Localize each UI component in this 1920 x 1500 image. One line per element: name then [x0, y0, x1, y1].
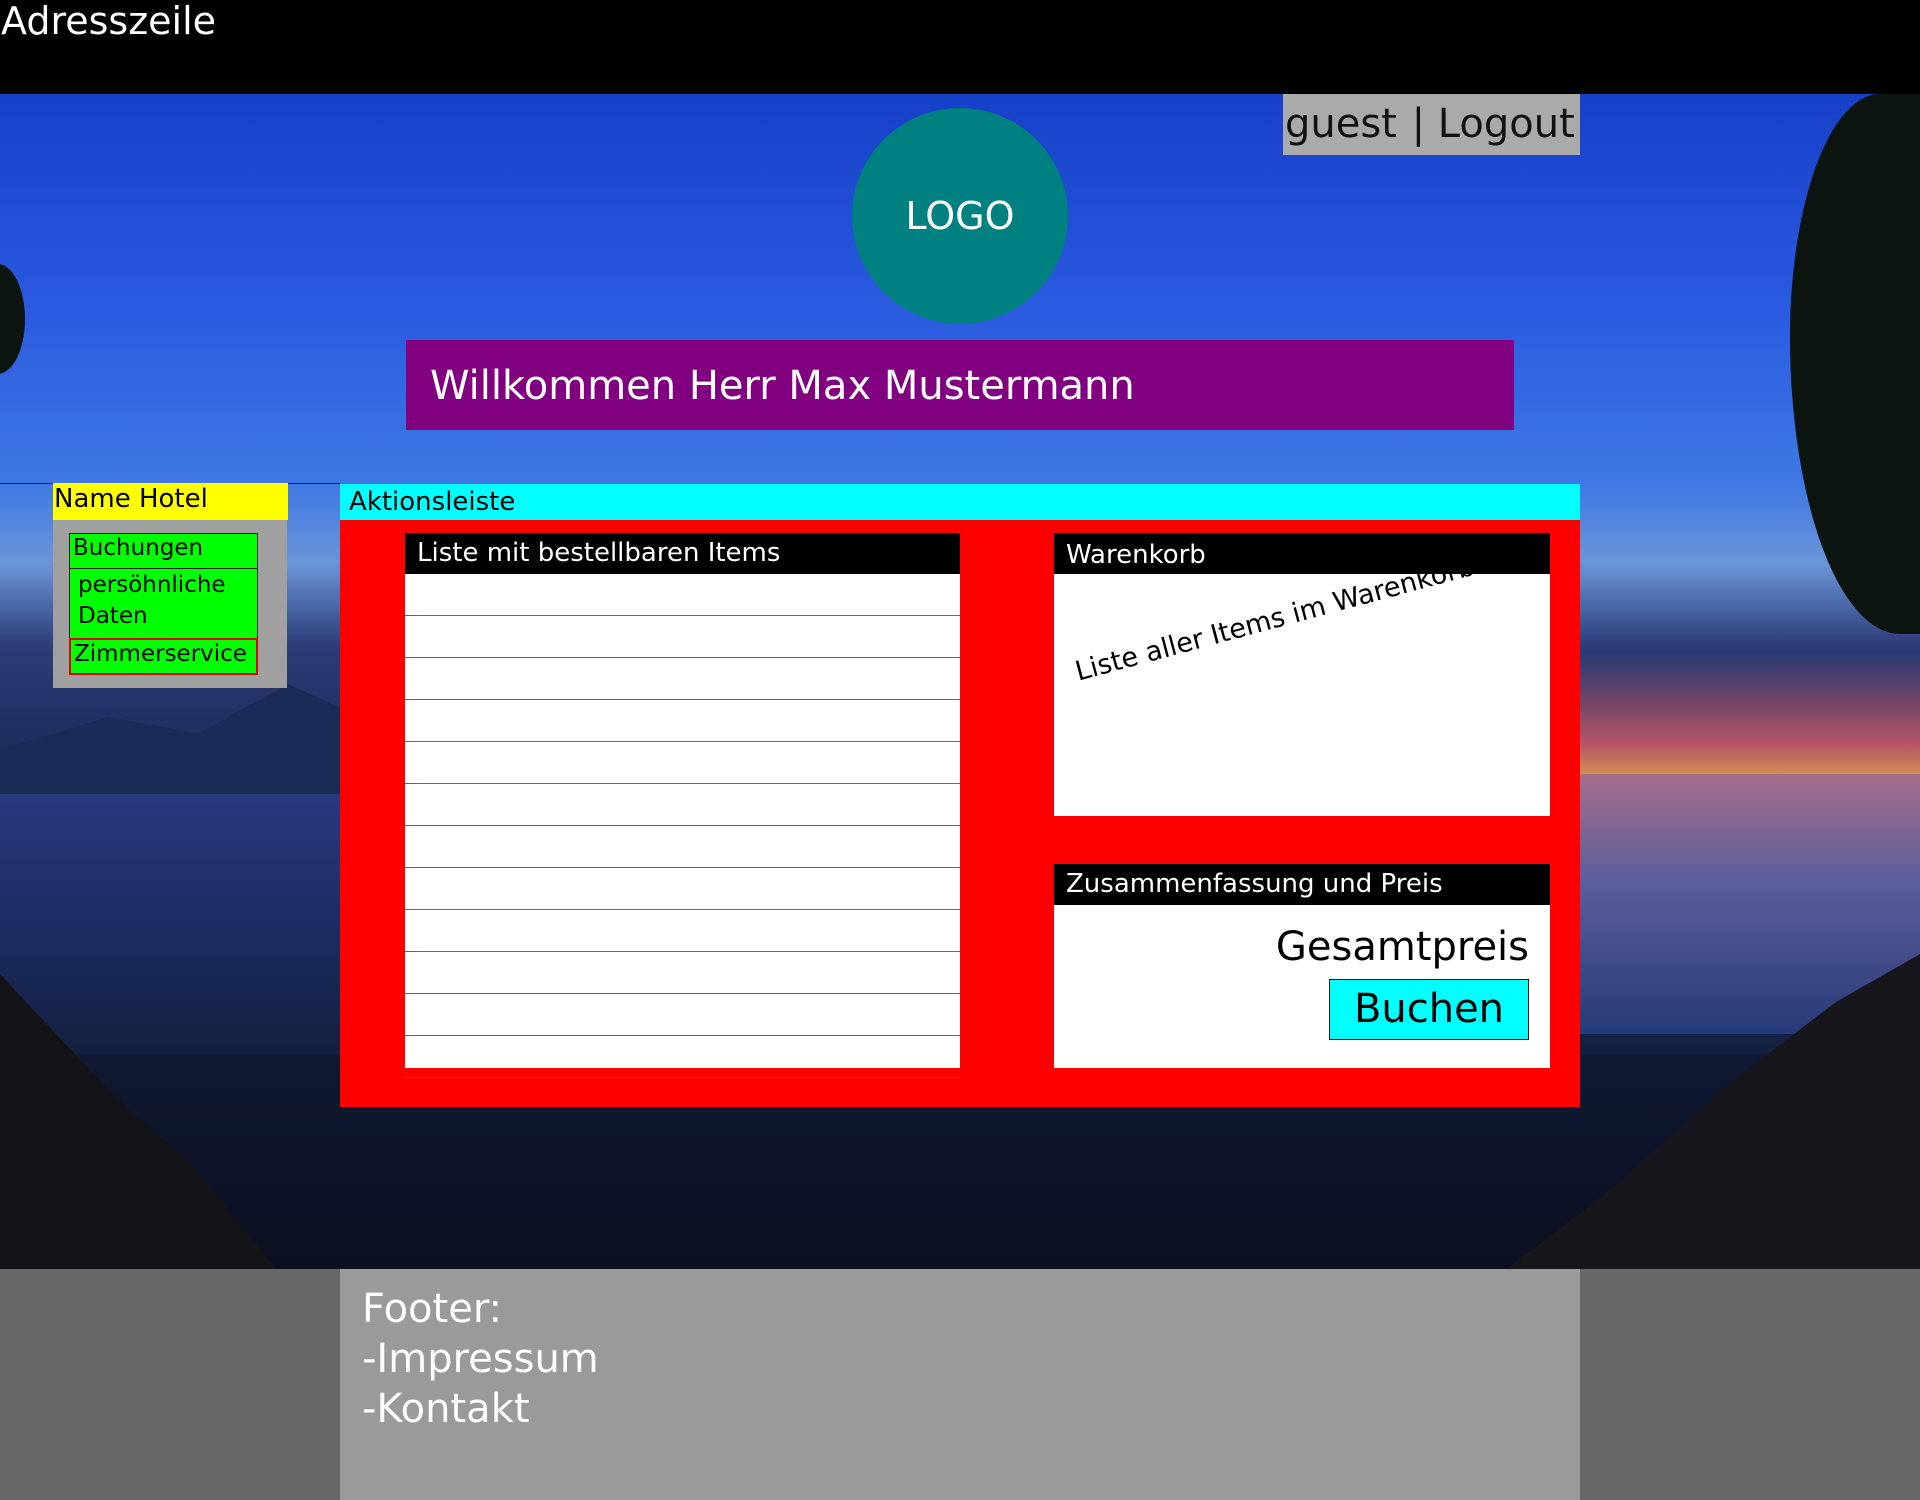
list-item[interactable]: [405, 994, 960, 1036]
mountain-silhouette: [0, 684, 360, 794]
items-list-header: Liste mit bestellbaren Items: [405, 533, 960, 574]
list-item[interactable]: [405, 658, 960, 700]
footer-heading: Footer:: [362, 1286, 503, 1332]
list-item[interactable]: [405, 868, 960, 910]
logo[interactable]: LOGO: [852, 108, 1068, 324]
sidebar-item-buchungen[interactable]: Buchungen: [69, 533, 258, 569]
list-item[interactable]: [405, 952, 960, 994]
welcome-text: Willkommen Herr Max Mustermann: [430, 363, 1135, 409]
items-list: Liste mit bestellbaren Items: [405, 533, 960, 1078]
sidebar-item-room-service[interactable]: Zimmerservice: [69, 638, 258, 675]
action-bar[interactable]: Aktionsleiste: [340, 484, 1580, 520]
username: guest: [1285, 101, 1397, 147]
user-logout-box: guest | Logout: [1283, 94, 1580, 155]
sidebar-item-personal-data[interactable]: persöhnliche Daten: [69, 568, 258, 640]
list-item[interactable]: [405, 742, 960, 784]
list-item[interactable]: [405, 910, 960, 952]
list-item[interactable]: [405, 784, 960, 826]
sidebar-nav: Buchungen persöhnliche Daten Zimmerservi…: [53, 520, 287, 688]
cart-header: Warenkorb: [1054, 533, 1550, 574]
logo-text: LOGO: [905, 194, 1015, 238]
list-item[interactable]: [405, 826, 960, 868]
total-price-label: Gesamtpreis: [1275, 924, 1529, 970]
footer-link-impressum[interactable]: -Impressum: [362, 1334, 1558, 1384]
footer: Footer: -Impressum -Kontakt: [340, 1269, 1580, 1500]
list-item[interactable]: [405, 574, 960, 616]
footer-link-kontakt[interactable]: -Kontakt: [362, 1384, 1558, 1434]
cart-panel: Warenkorb Liste aller Items im Warenkorb: [1054, 533, 1550, 816]
hotel-name: Name Hotel: [53, 483, 288, 520]
summary-panel: Zusammenfassung und Preis Gesamtpreis Bu…: [1054, 864, 1550, 1068]
address-bar-label: Adresszeile: [1, 0, 217, 43]
tree-left: [0, 264, 25, 374]
list-item[interactable]: [405, 1036, 960, 1078]
list-item[interactable]: [405, 700, 960, 742]
welcome-banner: Willkommen Herr Max Mustermann: [406, 340, 1514, 430]
tree-right: [1790, 94, 1920, 634]
user-separator: |: [1411, 101, 1426, 147]
book-button[interactable]: Buchen: [1329, 979, 1529, 1040]
list-item[interactable]: [405, 616, 960, 658]
address-bar[interactable]: Adresszeile: [0, 0, 1920, 94]
items-list-rows: [405, 574, 960, 1078]
logout-link[interactable]: Logout: [1438, 101, 1575, 147]
main-panel: Liste mit bestellbaren Items Warenkorb L…: [340, 520, 1580, 1107]
summary-header: Zusammenfassung und Preis: [1054, 864, 1550, 905]
